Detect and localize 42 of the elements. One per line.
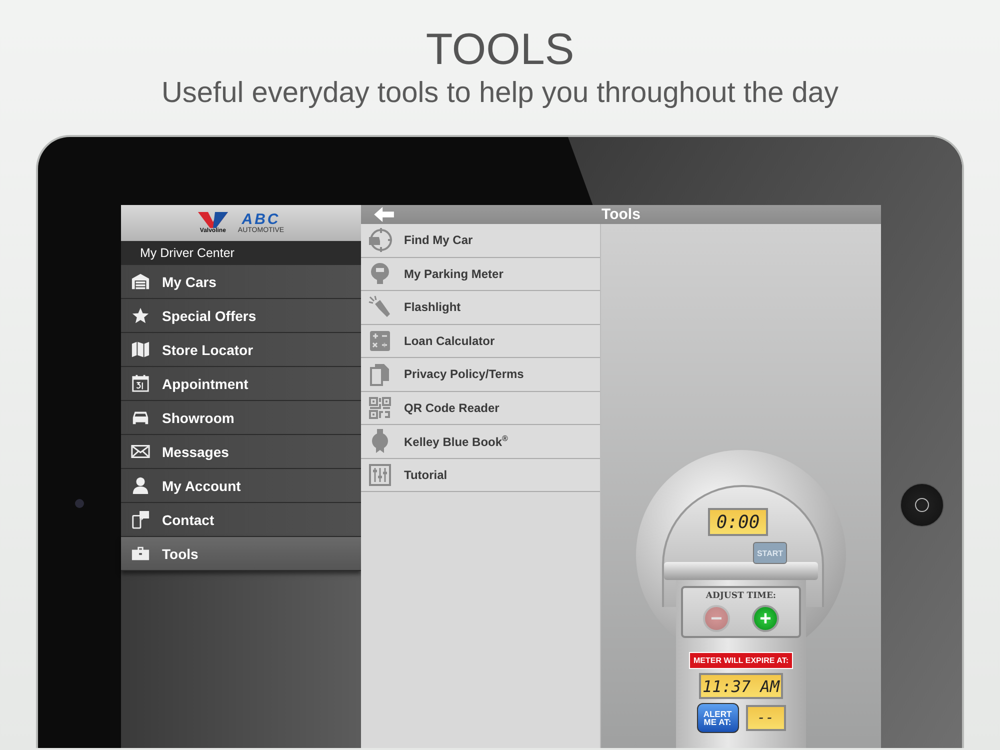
menu-item[interactable]: Contact: [121, 503, 361, 537]
menu-item[interactable]: Messages: [121, 435, 361, 469]
envelope-icon: [131, 442, 150, 461]
toolbox-icon: [131, 544, 150, 563]
menu-item[interactable]: Tools: [121, 537, 361, 571]
alert-time-display: --: [746, 705, 786, 731]
sliders-icon: [368, 462, 392, 487]
menu-item[interactable]: Store Locator: [121, 333, 361, 367]
map-icon: [131, 340, 150, 359]
expire-time-display: 11:37 AM: [699, 673, 783, 699]
section-header: My Driver Center: [121, 241, 361, 265]
tool-list-item[interactable]: Loan Calculator: [361, 324, 600, 358]
calendar-icon: [131, 374, 150, 393]
phone-message-icon: [131, 510, 150, 529]
parking-meter-icon: [368, 262, 392, 286]
person-icon: [131, 476, 150, 495]
dealer-logo-name: ABC: [242, 212, 280, 227]
qr-code-icon: [368, 396, 392, 420]
star-icon: [131, 306, 150, 325]
time-display: 0:00: [708, 508, 768, 536]
car-target-icon: [368, 228, 392, 252]
camera-icon: [75, 499, 84, 508]
menu-item[interactable]: Appointment: [121, 367, 361, 401]
screen-title: Tools: [602, 206, 640, 223]
menu-item[interactable]: Special Offers: [121, 299, 361, 333]
alert-button[interactable]: ALERT ME AT:: [696, 703, 738, 733]
adjust-time-label: ADJUST TIME:: [706, 591, 776, 601]
tool-list-item[interactable]: QR Code Reader: [361, 392, 600, 425]
back-arrow-icon[interactable]: [374, 206, 395, 223]
menu-item[interactable]: My Cars: [121, 265, 361, 299]
tool-list-item[interactable]: Tutorial: [361, 458, 600, 492]
menu-item[interactable]: Showroom: [121, 401, 361, 435]
menu-item[interactable]: My Account: [121, 469, 361, 503]
v-logo-icon: [198, 212, 228, 228]
garage-icon: [131, 272, 150, 291]
expire-label: METER WILL EXPIRE AT:: [688, 652, 794, 669]
page-title: TOOLS: [426, 26, 574, 74]
tool-list-item[interactable]: My Parking Meter: [361, 258, 600, 291]
documents-icon: [368, 362, 392, 386]
page-subtitle: Useful everyday tools to help you throughout the day: [161, 76, 839, 110]
flashlight-icon: [368, 295, 392, 320]
calculator-icon: [368, 328, 392, 353]
